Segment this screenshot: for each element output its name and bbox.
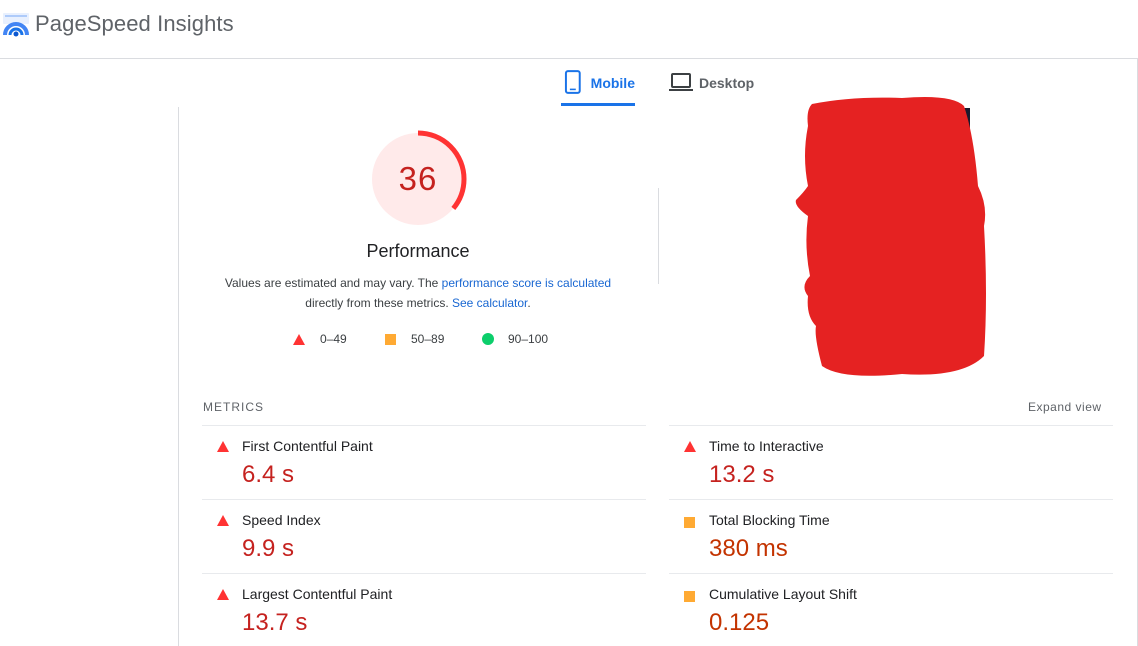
- legend-good: 90–100: [482, 332, 548, 346]
- tab-desktop-label: Desktop: [699, 75, 755, 91]
- poor-triangle-icon: [293, 333, 305, 345]
- poor-triangle-icon: [217, 441, 229, 452]
- laptop-icon: [669, 73, 693, 91]
- score-calculated-link[interactable]: performance score is calculated: [442, 276, 611, 290]
- metric-total-blocking-time[interactable]: Total Blocking Time 380 ms: [669, 499, 1113, 573]
- description-text: Values are estimated and may vary. The: [224, 276, 442, 290]
- metric-value: 13.7 s: [242, 609, 308, 636]
- divider: [178, 107, 179, 646]
- poor-triangle-icon: [217, 515, 229, 526]
- average-square-icon: [385, 333, 396, 345]
- tab-mobile-label: Mobile: [590, 75, 635, 91]
- description-text: directly from these metrics.: [305, 296, 452, 310]
- metric-cumulative-layout-shift[interactable]: Cumulative Layout Shift 0.125: [669, 573, 1113, 646]
- pagespeed-logo-icon[interactable]: [2, 12, 30, 38]
- metric-largest-contentful-paint[interactable]: Largest Contentful Paint 13.7 s: [202, 573, 646, 646]
- average-square-icon: [684, 591, 695, 602]
- metric-speed-index[interactable]: Speed Index 9.9 s: [202, 499, 646, 573]
- expand-view-button[interactable]: Expand view: [1028, 400, 1102, 414]
- legend-poor-label: 0–49: [320, 332, 347, 346]
- metric-value: 380 ms: [709, 535, 788, 562]
- metric-time-to-interactive[interactable]: Time to Interactive 13.2 s: [669, 425, 1113, 499]
- metric-name: Speed Index: [242, 512, 321, 528]
- legend-average: 50–89: [385, 332, 444, 346]
- poor-triangle-icon: [684, 441, 696, 452]
- performance-title: Performance: [366, 241, 470, 261]
- poor-triangle-icon: [217, 589, 229, 600]
- average-square-icon: [684, 517, 695, 528]
- app-header: PageSpeed Insights: [0, 0, 1138, 59]
- metric-value: 6.4 s: [242, 461, 295, 488]
- divider: [658, 188, 659, 284]
- tab-mobile[interactable]: Mobile: [561, 70, 635, 106]
- redacted-page-screenshot: [795, 97, 986, 376]
- legend-average-label: 50–89: [411, 332, 445, 346]
- metric-name: Largest Contentful Paint: [242, 586, 393, 602]
- metric-first-contentful-paint[interactable]: First Contentful Paint 6.4 s: [202, 425, 646, 499]
- metric-value: 0.125: [709, 609, 770, 636]
- smartphone-icon: [564, 70, 581, 94]
- see-calculator-link[interactable]: See calculator: [452, 296, 527, 310]
- app-title[interactable]: PageSpeed Insights: [35, 11, 234, 37]
- metric-name: Total Blocking Time: [709, 512, 830, 528]
- legend-good-label: 90–100: [508, 332, 549, 346]
- metric-value: 9.9 s: [242, 535, 295, 562]
- metric-name: Time to Interactive: [709, 438, 824, 454]
- performance-score: 36: [398, 160, 438, 197]
- metrics-heading: METRICS: [203, 400, 264, 414]
- metric-name: Cumulative Layout Shift: [709, 586, 857, 602]
- metric-value: 13.2 s: [709, 461, 775, 488]
- legend-poor: 0–49: [293, 332, 347, 346]
- good-circle-icon: [482, 333, 494, 345]
- performance-description: Values are estimated and may vary. The p…: [210, 273, 626, 313]
- tab-desktop[interactable]: Desktop: [669, 70, 759, 106]
- description-text: .: [527, 296, 531, 310]
- metric-name: First Contentful Paint: [242, 438, 373, 454]
